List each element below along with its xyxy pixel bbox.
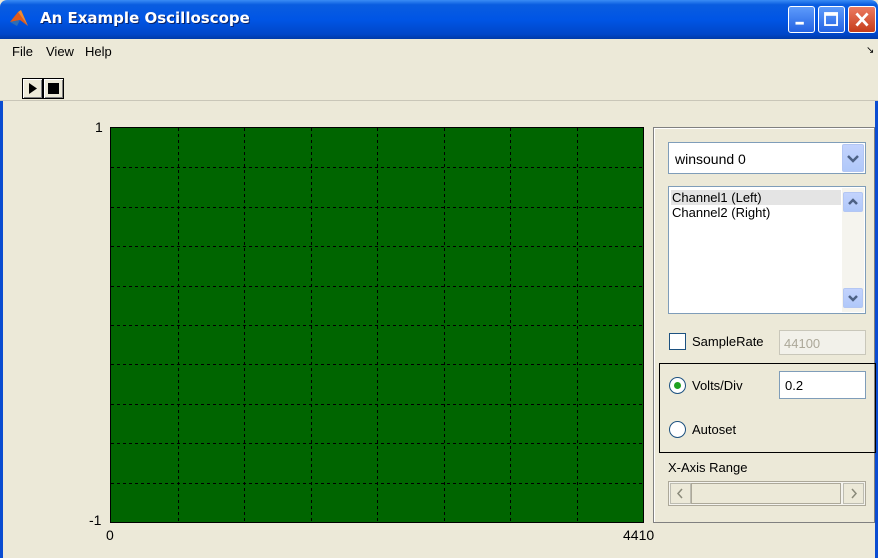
slider-thumb[interactable] xyxy=(691,483,841,504)
close-button[interactable] xyxy=(848,6,876,33)
chevron-down-icon xyxy=(848,295,858,302)
minimize-icon xyxy=(795,21,804,25)
maximize-icon xyxy=(824,12,838,26)
minimize-button[interactable] xyxy=(788,6,815,33)
list-item-channel2[interactable]: Channel2 (Right) xyxy=(671,205,770,220)
slider-left-button[interactable] xyxy=(670,483,691,504)
volts-div-value: 0.2 xyxy=(785,378,804,393)
device-select-value: winsound 0 xyxy=(675,151,746,167)
x-max-label: 4410 xyxy=(623,527,655,543)
autoset-radio[interactable] xyxy=(669,421,686,438)
channel-list-scrollbar[interactable] xyxy=(842,188,864,312)
window-title: An Example Oscilloscope xyxy=(40,9,250,27)
chevron-down-icon xyxy=(847,155,859,163)
arrow-left-icon xyxy=(676,488,683,499)
volts-div-label: Volts/Div xyxy=(692,378,743,393)
menu-view[interactable]: View xyxy=(46,44,74,59)
samplerate-input[interactable]: 44100 xyxy=(779,330,866,355)
volts-div-radio[interactable] xyxy=(669,377,686,394)
samplerate-value: 44100 xyxy=(784,336,821,351)
plot-grid xyxy=(111,128,643,522)
arrow-right-icon xyxy=(851,488,858,499)
volts-div-input[interactable]: 0.2 xyxy=(779,371,866,399)
x-min-label: 0 xyxy=(106,527,114,543)
menu-bar: File View Help ↘ xyxy=(0,39,878,61)
slider-right-button[interactable] xyxy=(843,483,864,504)
list-item-channel1[interactable]: Channel1 (Left) xyxy=(671,190,841,205)
stop-icon xyxy=(48,83,59,94)
y-min-label: -1 xyxy=(89,512,102,528)
x-axis-range-label: X-Axis Range xyxy=(668,460,748,475)
scroll-down-button[interactable] xyxy=(843,288,863,308)
matlab-logo-icon xyxy=(10,10,28,26)
maximize-button[interactable] xyxy=(818,6,845,33)
device-select[interactable]: winsound 0 xyxy=(668,142,866,174)
close-icon xyxy=(855,12,869,27)
autoset-label: Autoset xyxy=(692,422,737,437)
samplerate-checkbox[interactable] xyxy=(669,333,686,350)
oscilloscope-plot[interactable] xyxy=(110,127,644,523)
chevron-up-icon xyxy=(848,198,858,205)
menu-overflow-icon[interactable]: ↘ xyxy=(866,45,874,56)
menu-file[interactable]: File xyxy=(12,44,33,59)
toolbar xyxy=(0,61,878,101)
menu-help[interactable]: Help xyxy=(85,44,112,59)
x-axis-range-slider[interactable] xyxy=(668,481,866,506)
y-max-label: 1 xyxy=(95,119,103,135)
play-icon xyxy=(29,83,37,94)
samplerate-label: SampleRate xyxy=(692,334,764,349)
channel-list[interactable]: Channel1 (Left) Channel2 (Right) xyxy=(668,186,866,314)
stop-button[interactable] xyxy=(43,78,64,99)
scroll-up-button[interactable] xyxy=(843,192,863,212)
title-bar[interactable]: An Example Oscilloscope xyxy=(0,0,878,39)
device-dropdown-button[interactable] xyxy=(842,144,864,172)
start-button[interactable] xyxy=(22,78,43,99)
